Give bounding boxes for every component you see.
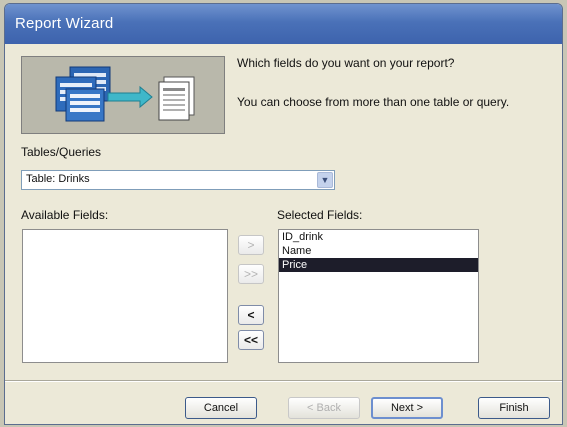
chevron-down-icon[interactable]: ▼ bbox=[317, 172, 333, 188]
finish-button[interactable]: Finish bbox=[478, 397, 550, 419]
selected-fields-label: Selected Fields: bbox=[277, 208, 363, 222]
wizard-hint: You can choose from more than one table … bbox=[237, 95, 510, 109]
tables-queries-label: Tables/Queries bbox=[21, 145, 102, 159]
available-fields-label: Available Fields: bbox=[21, 208, 109, 222]
report-wizard-dialog: Report Wizard Which fields do you want o… bbox=[4, 3, 563, 425]
tables-queries-value: Table: Drinks bbox=[26, 173, 90, 185]
back-button[interactable]: < Back bbox=[288, 397, 360, 419]
available-fields-list[interactable] bbox=[22, 229, 228, 363]
selected-field-item[interactable]: ID_drink bbox=[279, 230, 478, 244]
footer-divider bbox=[5, 380, 562, 382]
selected-field-item-highlighted[interactable]: Price bbox=[279, 258, 478, 272]
add-field-button[interactable]: > bbox=[238, 235, 264, 255]
remove-all-fields-button[interactable]: << bbox=[238, 330, 264, 350]
selected-fields-list[interactable]: ID_drink Name Price bbox=[278, 229, 479, 363]
remove-field-button[interactable]: < bbox=[238, 305, 264, 325]
cancel-button[interactable]: Cancel bbox=[185, 397, 257, 419]
title-bar[interactable]: Report Wizard bbox=[5, 4, 562, 44]
tables-queries-combobox[interactable]: Table: Drinks ▼ bbox=[21, 170, 335, 190]
add-all-fields-button[interactable]: >> bbox=[238, 264, 264, 284]
wizard-illustration bbox=[21, 56, 225, 134]
window-title: Report Wizard bbox=[15, 15, 114, 32]
next-button[interactable]: Next > bbox=[371, 397, 443, 419]
selected-field-item[interactable]: Name bbox=[279, 244, 478, 258]
tables-to-report-icon bbox=[22, 57, 224, 133]
wizard-question: Which fields do you want on your report? bbox=[237, 56, 455, 70]
